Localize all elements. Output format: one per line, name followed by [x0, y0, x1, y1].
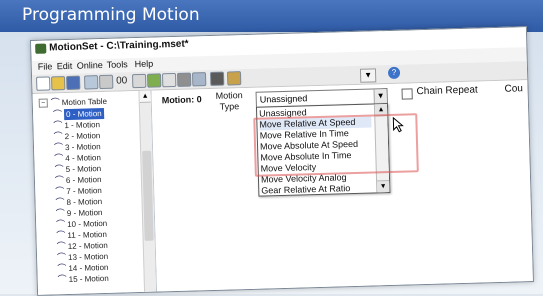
menu-file[interactable]: File: [38, 61, 53, 71]
motion-type-label-line2: Type: [219, 101, 240, 112]
motion-type-label: Motion Type: [215, 90, 243, 113]
motion-profile-icon: ⌒: [56, 230, 66, 241]
new-file-icon[interactable]: [36, 76, 51, 91]
tree-item[interactable]: ⌒ 15 - Motion: [38, 272, 146, 286]
paste-icon[interactable]: [99, 74, 114, 90]
motion-profile-icon: ⌒: [56, 219, 66, 230]
chain-repeat-checkbox[interactable]: [401, 88, 413, 100]
window-title: MotionSet - C:\Training.mset*: [49, 38, 189, 54]
motion-profile-icon: ⌒: [55, 186, 65, 197]
count-label: Cou: [504, 83, 524, 95]
chain-repeat-label: Chain Repeat: [416, 84, 478, 98]
toolbar-dropdown[interactable]: ▼: [359, 68, 377, 83]
motion-profile-icon: ⌒: [54, 164, 64, 175]
tree-root-label: Motion Table: [61, 96, 108, 108]
menu-tools[interactable]: Tools: [107, 59, 128, 70]
motion-profile-icon: ⌒: [55, 208, 66, 219]
motion-profile-icon: ⌒: [57, 263, 67, 274]
disconnect-icon[interactable]: [131, 73, 147, 89]
motion-profile-icon: ⌒: [56, 252, 67, 263]
scroll-up-icon[interactable]: ▲: [139, 90, 151, 103]
motion-profile-icon: ⌒: [50, 97, 60, 108]
menu-help[interactable]: Help: [135, 59, 154, 70]
motion-profile-icon: ⌒: [53, 131, 63, 142]
motion-type-value: Unassigned: [259, 93, 308, 105]
tools-icon[interactable]: [161, 72, 177, 88]
motion-number-label: Motion: 0: [161, 94, 202, 106]
motion-type-label-line1: Motion: [215, 90, 243, 101]
scroll-down-icon[interactable]: ▼: [377, 180, 390, 193]
app-window: MotionSet - C:\Training.mset* File Edit …: [30, 26, 534, 296]
help-icon[interactable]: ?: [387, 66, 401, 80]
slide-title: Programming Motion: [22, 5, 200, 25]
open-folder-icon[interactable]: [51, 76, 66, 91]
copy-icon[interactable]: [84, 75, 99, 90]
app-icon: [35, 43, 47, 54]
motion-tree: − ⌒ Motion Table ⌒ 0 - Motion ⌒ 1 - Motion ⌒…: [32, 90, 158, 295]
dropdown-option[interactable]: Gear Relative At Ratio: [261, 182, 373, 196]
mouse-pointer-icon: [392, 116, 404, 133]
save-icon[interactable]: [66, 75, 81, 91]
motion-profile-icon: ⌒: [53, 142, 64, 153]
upload-icon[interactable]: [176, 72, 192, 87]
motion-profile-icon: ⌒: [52, 109, 63, 120]
tree-scroll-thumb[interactable]: [142, 150, 154, 241]
motion-profile-icon: ⌒: [56, 241, 66, 252]
motion-profile-icon: ⌒: [55, 197, 65, 208]
toolbar-text-00[interactable]: 00: [116, 75, 127, 86]
menu-online[interactable]: Online: [77, 60, 103, 71]
motion-editor: Motion: 0 Motion Type Unassigned ▼ Chain…: [151, 80, 533, 292]
tree-item-label: 15 - Motion: [68, 273, 109, 285]
download-icon[interactable]: [191, 72, 207, 87]
motion-profile-icon: ⌒: [54, 153, 64, 164]
menu-edit[interactable]: Edit: [57, 61, 73, 71]
collapse-icon[interactable]: −: [38, 98, 48, 108]
chevron-down-icon[interactable]: ▼: [373, 89, 387, 104]
monitor-icon[interactable]: [146, 73, 162, 88]
motion-profile-icon: ⌒: [53, 120, 63, 131]
motion-profile-icon: ⌒: [54, 175, 65, 186]
book-icon[interactable]: [226, 71, 242, 86]
motion-profile-icon: ⌒: [57, 274, 67, 285]
print-icon[interactable]: [209, 71, 225, 86]
